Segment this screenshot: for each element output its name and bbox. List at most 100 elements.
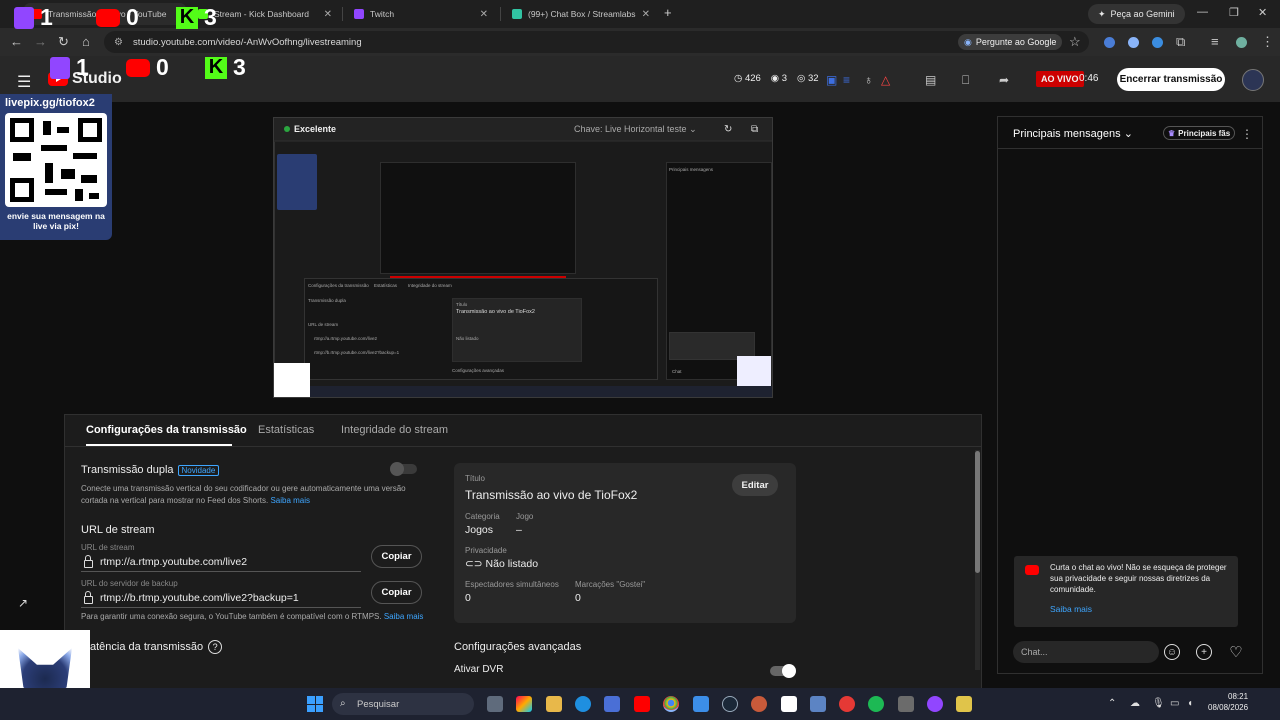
share-icon[interactable]: ➦ xyxy=(999,73,1009,87)
menu-icon[interactable]: ☰ xyxy=(17,72,31,92)
address-bar[interactable]: ⚙ studio.youtube.com/video/-AnWvOofhng/l… xyxy=(104,31,1089,53)
minimize-icon[interactable]: — xyxy=(1197,6,1208,18)
tray-chevron-icon[interactable]: ⌃ xyxy=(1108,698,1116,709)
learn-more-link[interactable]: Saiba mais xyxy=(384,612,424,621)
taskbar-clock[interactable]: 08:21 08/08/2026 xyxy=(1208,692,1248,714)
extension-icon[interactable] xyxy=(1104,37,1115,48)
volume-icon[interactable]: ◖ xyxy=(1187,698,1193,709)
close-window-icon[interactable]: ✕ xyxy=(1258,6,1267,19)
back-icon[interactable]: ← xyxy=(10,34,23,49)
task-view-icon[interactable] xyxy=(487,696,503,712)
close-tab-icon[interactable]: ✕ xyxy=(480,9,488,20)
tab-streamlabs[interactable]: (99+) Chat Box / Streamlabs ✕ xyxy=(504,3,658,25)
file-explorer-icon[interactable] xyxy=(546,696,562,712)
app-icon[interactable] xyxy=(927,696,943,712)
close-tab-icon[interactable]: ✕ xyxy=(642,9,650,20)
app-icon[interactable] xyxy=(898,696,914,712)
copilot-icon[interactable] xyxy=(516,696,532,712)
layout-icon[interactable]: ▤ xyxy=(925,73,936,87)
store-icon[interactable] xyxy=(604,696,620,712)
forward-icon[interactable]: → xyxy=(34,34,47,49)
network-icon[interactable]: ▭ xyxy=(1170,698,1179,709)
learn-more-link[interactable]: Saiba mais xyxy=(270,496,310,505)
reload-icon[interactable]: ↻ xyxy=(58,34,69,50)
preview-header xyxy=(274,118,772,142)
settings-scrollbar-thumb[interactable] xyxy=(975,451,980,573)
add-icon[interactable]: + xyxy=(1196,644,1212,660)
heart-icon[interactable]: ♡ xyxy=(1228,644,1244,661)
home-icon[interactable]: ⌂ xyxy=(82,34,90,49)
chat-mode-selector[interactable]: Principais mensagens ⌄ xyxy=(1013,127,1133,140)
extensions-puzzle-icon[interactable]: ⧉ xyxy=(1176,34,1185,50)
expand-arrow-icon[interactable]: ↗ xyxy=(18,596,28,610)
ask-google-button[interactable]: ◉ Pergunte ao Google xyxy=(958,34,1063,50)
tab-twitch[interactable]: Twitch ✕ xyxy=(346,3,496,25)
spotify-icon[interactable] xyxy=(868,696,884,712)
new-tab-icon[interactable]: + xyxy=(664,5,672,20)
tab-stream-settings[interactable]: Configurações da transmissão xyxy=(86,424,247,436)
chrome-icon[interactable] xyxy=(663,696,679,712)
help-icon[interactable]: ? xyxy=(208,640,223,654)
kick-icon: K xyxy=(205,56,227,79)
app-icon[interactable] xyxy=(693,696,709,712)
channel-avatar[interactable] xyxy=(1242,69,1264,91)
emoji-icon[interactable]: ☺ xyxy=(1164,644,1180,660)
close-tab-icon[interactable]: ✕ xyxy=(324,9,332,20)
preview-mini-text: URL de stream xyxy=(308,322,339,327)
tray-app-icon[interactable]: ☁ xyxy=(1130,698,1140,709)
end-stream-button[interactable]: Encerrar transmissão xyxy=(1117,68,1225,91)
copy-stream-url-button[interactable]: Copiar xyxy=(371,545,422,568)
twitch-icon xyxy=(50,56,70,79)
taskbar-search[interactable]: Pesquisar xyxy=(332,693,474,715)
calculator-icon[interactable] xyxy=(810,696,826,712)
health-dot xyxy=(284,126,290,132)
chat-settings-icon[interactable]: ≡ xyxy=(843,73,850,87)
microphone-icon[interactable]: 🎙︎ xyxy=(1152,698,1165,709)
top-fans-button[interactable]: ♛ Principais fãs xyxy=(1163,126,1236,140)
app-icon[interactable] xyxy=(751,696,767,712)
browser-menu-icon[interactable]: ⋮ xyxy=(1261,34,1274,50)
chat-notice-link[interactable]: Saiba mais xyxy=(1050,604,1092,614)
extension-icon[interactable] xyxy=(1128,37,1139,48)
qr-code-image xyxy=(5,113,107,207)
alert-icon[interactable]: △ xyxy=(881,73,890,87)
preview-mini-info xyxy=(452,298,582,362)
clock-date: 08/08/2026 xyxy=(1208,702,1249,712)
youtube-counter-2: 0 xyxy=(126,54,169,81)
chat-more-icon[interactable]: ⋮ xyxy=(1241,127,1253,141)
save-icon[interactable]: ⎕ xyxy=(962,73,969,88)
tab-analytics[interactable]: Estatísticas xyxy=(258,424,314,436)
copy-backup-url-button[interactable]: Copiar xyxy=(371,581,422,604)
profile-icon[interactable] xyxy=(1236,37,1247,48)
search-icon: ⌕ xyxy=(340,698,346,709)
qr-caption: envie sua mensagem na live via pix! xyxy=(7,211,105,231)
gemini-button[interactable]: ✦ Peça ao Gemini xyxy=(1088,4,1185,24)
app-icon[interactable] xyxy=(839,696,855,712)
app-icon[interactable] xyxy=(956,696,972,712)
chat-input[interactable]: Chat... xyxy=(1013,641,1159,663)
windows-start-icon[interactable] xyxy=(307,696,323,712)
bookmark-star-icon[interactable]: ☆ xyxy=(1069,34,1081,50)
edit-button[interactable]: Editar xyxy=(732,474,778,496)
media-controls-icon[interactable]: ≡ xyxy=(1211,34,1219,49)
refresh-icon[interactable]: ↻ xyxy=(724,124,732,135)
captions-icon[interactable]: ▣ xyxy=(826,73,837,87)
tab-stream-health[interactable]: Integridade do stream xyxy=(341,424,448,436)
edge-icon[interactable] xyxy=(575,696,591,712)
extension-icon[interactable] xyxy=(1152,37,1163,48)
trophy-icon[interactable]: ♁ xyxy=(864,73,873,87)
stream-preview[interactable]: Configurações da transmissão Estatística… xyxy=(273,117,773,398)
notion-icon[interactable] xyxy=(781,696,797,712)
twitch-count: 1 xyxy=(40,4,53,30)
site-info-icon[interactable]: ⚙ xyxy=(114,37,123,48)
stream-key-selector[interactable]: Chave: Live Horizontal teste ⌄ xyxy=(574,124,697,135)
lock-icon xyxy=(84,554,93,568)
copy-icon[interactable]: ⧉ xyxy=(751,124,758,135)
steam-icon[interactable] xyxy=(722,696,738,712)
restore-icon[interactable]: ❐ xyxy=(1229,6,1239,19)
latency-heading: atência da transmissão? xyxy=(90,640,223,654)
dvr-toggle[interactable] xyxy=(770,664,796,678)
preview-mini-text: Estatísticas xyxy=(374,283,398,288)
youtube-app-icon[interactable] xyxy=(634,696,650,712)
dual-stream-toggle[interactable] xyxy=(390,462,417,476)
